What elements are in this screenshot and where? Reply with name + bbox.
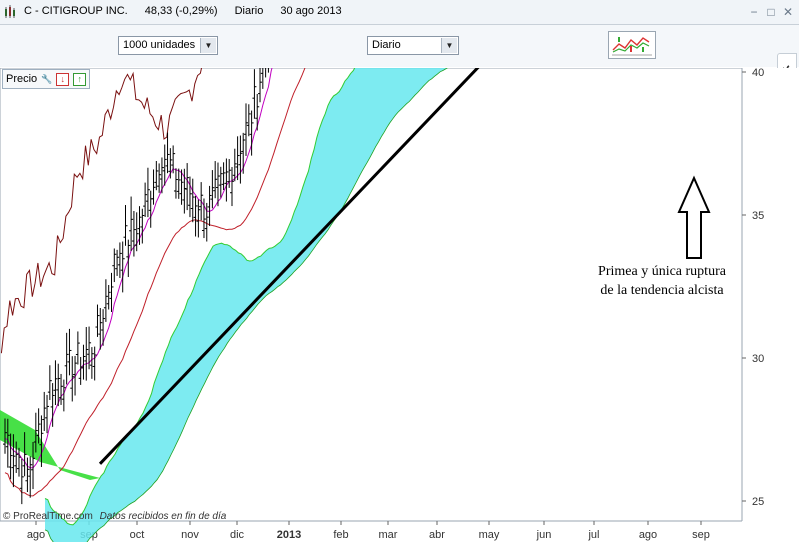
x-tick-label: abr — [429, 529, 445, 541]
last-quote: 48,33 (-0,29%) — [144, 5, 218, 17]
candlestick-indicator-icon — [612, 37, 652, 56]
x-tick-label: dic — [230, 529, 245, 541]
units-dropdown[interactable]: 1000 unidades ▼ — [118, 36, 218, 55]
close-button[interactable]: ✕ — [781, 5, 795, 19]
up-arrow-icon[interactable]: ↑ — [73, 72, 87, 86]
wrench-icon[interactable]: 🔧 — [41, 74, 52, 85]
units-value: 1000 unidades — [123, 39, 196, 51]
annotation-line-2: de la tendencia alcista — [600, 283, 724, 298]
timeframe-dropdown[interactable]: Diario ▼ — [367, 36, 459, 55]
y-axis-panel — [742, 68, 799, 521]
chart-toolbar: 1000 unidades ▼ Diario ▼ — [0, 25, 799, 95]
y-tick-label: 30 — [752, 353, 764, 365]
annotation-line-1: Primea y única ruptura — [598, 264, 726, 279]
x-tick-label: mar — [379, 529, 398, 541]
x-axis-panel — [0, 521, 799, 542]
chart-app-icon — [5, 5, 15, 18]
x-tick-label: jul — [587, 529, 599, 541]
x-tick-label: sep — [692, 529, 710, 541]
window-title: C - CITIGROUP INC. 48,33 (-0,29%) Diario… — [24, 5, 356, 17]
indicators-button[interactable] — [608, 31, 656, 59]
copyright-footer: © ProRealTime.com Datos recibidos en fin… — [3, 511, 226, 522]
copyright-text: © ProRealTime.com — [3, 511, 93, 522]
y-tick-label: 40 — [752, 68, 764, 79]
price-panel-title: Precio — [6, 72, 38, 85]
x-tick-label: feb — [333, 529, 348, 541]
window-titlebar: C - CITIGROUP INC. 48,33 (-0,29%) Diario… — [0, 0, 799, 25]
date-label: 30 ago 2013 — [280, 5, 342, 17]
x-tick-label: 2013 — [277, 529, 301, 541]
minimize-button[interactable]: − — [747, 5, 761, 19]
data-note: Datos recibidos en fin de día — [99, 511, 227, 522]
timeframe-value: Diario — [372, 39, 401, 51]
x-tick-label: jun — [536, 529, 552, 541]
period-label: Diario — [234, 5, 264, 17]
down-arrow-icon[interactable]: ↓ — [56, 72, 70, 86]
price-panel-label[interactable]: Precio 🔧 ↓ ↑ — [2, 69, 91, 89]
x-tick-label: oct — [130, 529, 145, 541]
chevron-down-icon: ▼ — [200, 38, 216, 53]
maximize-button[interactable]: □ — [764, 5, 778, 19]
x-tick-label: ago — [27, 529, 45, 541]
y-tick-label: 25 — [752, 496, 764, 508]
chevron-down-icon: ▼ — [441, 38, 457, 53]
trend-break-annotation: Primea y única ruptura de la tendencia a… — [582, 262, 742, 300]
price-chart[interactable]: 2530354045agosepoctnovdic2013febmarabrma… — [0, 0, 799, 545]
symbol-name: C - CITIGROUP INC. — [24, 5, 128, 17]
chart-area[interactable]: 2530354045agosepoctnovdic2013febmarabrma… — [0, 0, 799, 545]
x-tick-label: nov — [181, 529, 199, 541]
x-tick-label: may — [479, 529, 500, 541]
x-tick-label: ago — [639, 529, 657, 541]
y-tick-label: 35 — [752, 210, 764, 222]
